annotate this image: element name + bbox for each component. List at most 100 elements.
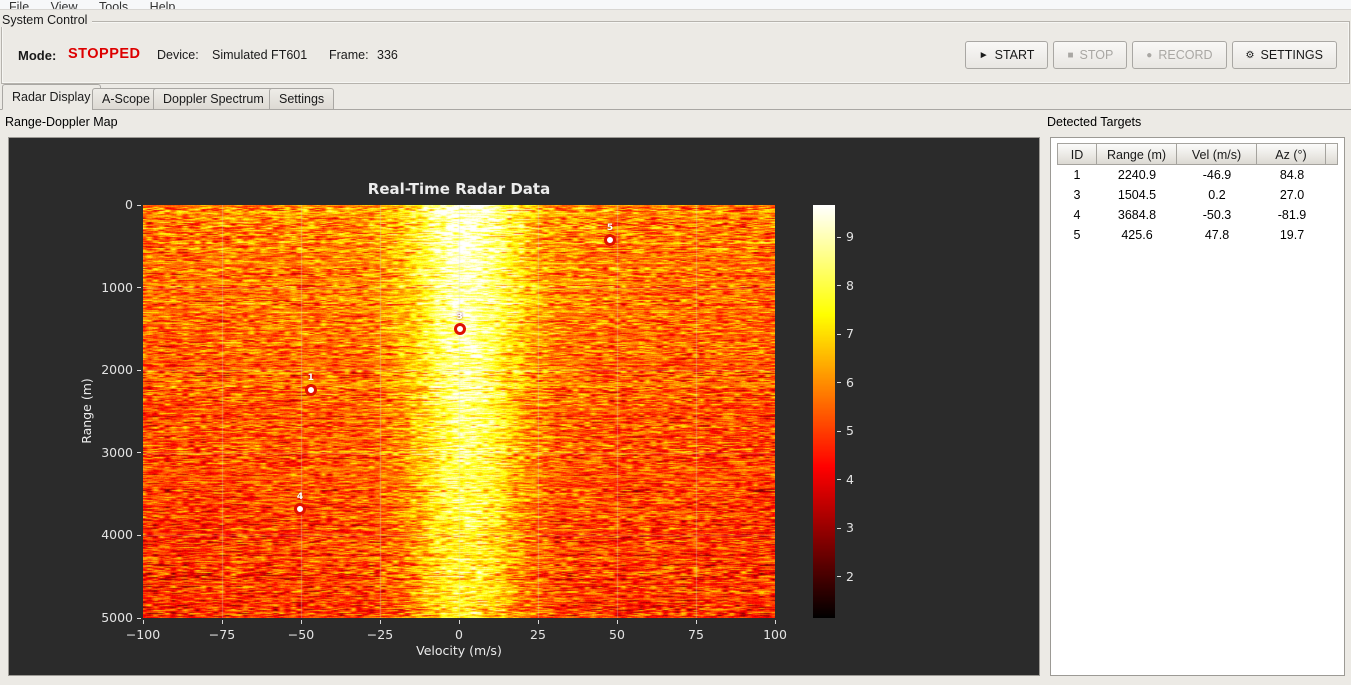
x-tick-mark [379, 620, 381, 624]
menu-bar: File View Tools Help [0, 0, 1351, 10]
x-tick-mark [774, 620, 776, 624]
colorbar-tick-label: 5 [846, 423, 854, 439]
column-header-id[interactable]: ID [1057, 143, 1097, 165]
y-tick-mark [137, 617, 141, 619]
colorbar-tick-mark [837, 576, 841, 578]
colorbar-tick-label: 3 [846, 520, 854, 536]
colorbar-tick-label: 2 [846, 568, 854, 584]
tab-a-scope[interactable]: A-Scope [92, 88, 160, 110]
cell-id: 3 [1073, 188, 1081, 202]
y-tick-mark [137, 204, 141, 206]
y-tick-mark [137, 534, 141, 536]
x-tick-label: 25 [530, 627, 546, 642]
y-tick-label: 5000 [101, 610, 133, 625]
x-tick-label: −100 [125, 627, 161, 642]
device-value: Simulated FT601 [212, 48, 308, 62]
x-tick-mark [300, 620, 302, 624]
play-icon: ► [978, 49, 989, 61]
table-row[interactable]: 5 425.6 47.8 19.7 [1057, 225, 1338, 245]
record-button[interactable]: ● RECORD [1132, 41, 1227, 69]
range-doppler-map-panel: Real-Time Radar Data Velocity (m/s) Rang… [8, 137, 1040, 676]
tab-doppler-spectrum[interactable]: Doppler Spectrum [153, 88, 274, 110]
cell-id: 1 [1073, 168, 1081, 182]
y-tick-mark [137, 369, 141, 371]
x-tick-mark [458, 620, 460, 624]
x-tick-mark [142, 620, 144, 624]
colorbar-tick-mark [837, 479, 841, 481]
cell-az: 84.8 [1279, 168, 1305, 182]
colorbar-tick-mark [837, 527, 841, 529]
table-row[interactable]: 4 3684.8 -50.3 -81.9 [1057, 205, 1338, 225]
x-tick-mark [695, 620, 697, 624]
colorbar-tick-label: 8 [846, 277, 854, 293]
stop-icon: ■ [1067, 49, 1074, 61]
x-tick-label: 100 [763, 627, 787, 642]
range-doppler-map-label: Range-Doppler Map [5, 115, 118, 129]
column-header-az[interactable]: Az (°) [1256, 143, 1326, 165]
menu-view[interactable]: View [42, 0, 87, 9]
mode-status-value: STOPPED [68, 46, 141, 62]
gear-icon: ⚙ [1245, 49, 1255, 61]
frame-label: Frame: [329, 48, 369, 62]
colorbar-tick-mark [837, 382, 841, 384]
x-tick-mark [537, 620, 539, 624]
cell-range: 2240.9 [1117, 168, 1157, 182]
application-window: File View Tools Help System Control Mode… [0, 0, 1351, 685]
start-button-label: START [994, 48, 1035, 62]
target-marker-label: 3 [456, 312, 463, 323]
colorbar-tick-label: 4 [846, 471, 854, 487]
table-row[interactable]: 1 2240.9 -46.9 84.8 [1057, 165, 1338, 185]
settings-button-label: SETTINGS [1260, 48, 1323, 62]
cell-vel: -50.3 [1202, 208, 1232, 222]
mode-label: Mode: [18, 48, 57, 63]
target-marker-label: 1 [307, 373, 314, 384]
column-header-range[interactable]: Range (m) [1096, 143, 1177, 165]
record-icon: ● [1146, 49, 1153, 61]
cell-vel: 0.2 [1208, 188, 1226, 202]
y-tick-mark [137, 452, 141, 454]
menu-help[interactable]: Help [141, 0, 185, 9]
cell-range: 1504.5 [1117, 188, 1157, 202]
y-tick-label: 4000 [101, 527, 133, 543]
x-tick-label: 50 [609, 627, 625, 642]
colorbar-tick-mark [837, 430, 841, 432]
tab-settings[interactable]: Settings [269, 88, 335, 110]
start-button[interactable]: ► START [964, 41, 1049, 69]
x-tick-label: 75 [688, 627, 704, 642]
column-header-vel[interactable]: Vel (m/s) [1176, 143, 1257, 165]
x-tick-label: −75 [208, 627, 236, 642]
stop-button[interactable]: ■ STOP [1053, 41, 1128, 69]
menu-tools[interactable]: Tools [90, 0, 137, 9]
cell-id: 5 [1073, 228, 1081, 242]
y-tick-label: 0 [125, 197, 133, 212]
table-row[interactable]: 3 1504.5 0.2 27.0 [1057, 185, 1338, 205]
cell-az: -81.9 [1277, 208, 1307, 222]
cell-range: 425.6 [1121, 228, 1153, 242]
range-doppler-heatmap-canvas [143, 205, 775, 618]
x-tick-label: −50 [287, 627, 315, 642]
colorbar-tick-label: 6 [846, 374, 854, 390]
colorbar-tick-mark [837, 236, 841, 238]
cell-az: 27.0 [1279, 188, 1305, 202]
menu-file[interactable]: File [0, 0, 38, 9]
x-tick-label: −25 [366, 627, 394, 642]
target-marker [304, 384, 317, 397]
colorbar-canvas [813, 205, 835, 618]
column-header-filler [1325, 143, 1338, 165]
x-tick-mark [616, 620, 618, 624]
colorbar-tick-mark [837, 285, 841, 287]
tab-radar-display[interactable]: Radar Display [2, 84, 101, 110]
chart-title: Real-Time Radar Data [367, 180, 551, 198]
y-tick-label: 3000 [101, 444, 133, 460]
target-marker [453, 323, 466, 336]
record-button-label: RECORD [1158, 48, 1213, 62]
target-marker-label: 4 [296, 492, 304, 503]
x-tick-label: 0 [455, 627, 463, 642]
colorbar-tick-label: 9 [846, 229, 854, 245]
colorbar-tick-mark [837, 333, 841, 335]
y-tick-label: 1000 [101, 279, 133, 295]
device-label: Device: [157, 48, 199, 62]
settings-button[interactable]: ⚙ SETTINGS [1231, 41, 1337, 69]
y-tick-label: 2000 [101, 362, 133, 378]
x-axis-label: Velocity (m/s) [416, 643, 502, 658]
